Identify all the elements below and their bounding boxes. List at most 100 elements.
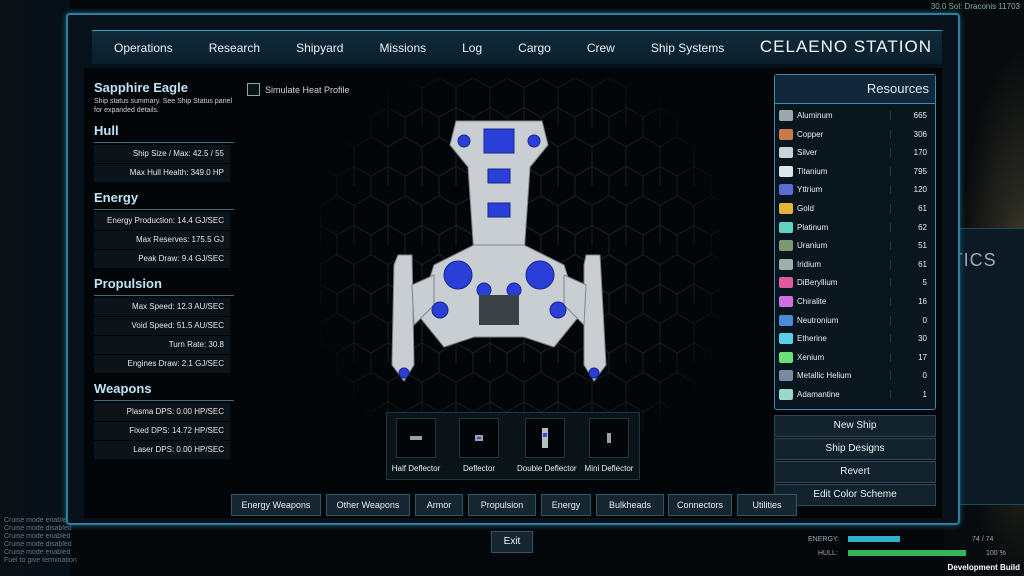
resource-value: 0 <box>890 371 931 381</box>
resource-name: Chiralite <box>797 297 827 306</box>
tab-shipyard[interactable]: Shipyard <box>278 41 361 55</box>
stat-row: Fixed DPS: 14.72 HP/SEC <box>94 422 230 440</box>
resource-name: Xenium <box>797 352 825 362</box>
hull-bar <box>848 550 966 556</box>
edit-color-scheme-button[interactable]: Edit Color Scheme <box>774 484 936 506</box>
component-double-deflector[interactable]: Double Deflector <box>517 418 577 473</box>
resource-value: 120 <box>890 185 931 195</box>
resource-name: Uranium <box>797 241 828 251</box>
category-propulsion[interactable]: Propulsion <box>468 494 536 516</box>
tab-cargo[interactable]: Cargo <box>500 41 569 55</box>
component-label: Deflector <box>462 464 495 473</box>
section-weapons: Weapons <box>94 381 152 396</box>
resource-icon <box>779 165 793 177</box>
tab-operations[interactable]: Operations <box>92 41 191 55</box>
stat-row: Laser DPS: 0.00 HP/SEC <box>94 441 230 459</box>
resource-name: Adamantine <box>797 390 840 399</box>
ship-designs-button[interactable]: Ship Designs <box>774 438 936 460</box>
resource-value: 30 <box>890 334 931 344</box>
resource-name: Aluminum <box>797 111 833 120</box>
station-title: CELAENO STATION <box>759 37 932 56</box>
mini-deflector-icon <box>589 418 629 458</box>
ship-sprite[interactable] <box>384 115 614 395</box>
revert-button[interactable]: Revert <box>774 461 936 483</box>
resource-value: 306 <box>890 129 931 139</box>
new-ship-button[interactable]: New Ship <box>774 415 936 437</box>
resource-value: 795 <box>890 166 931 176</box>
category-connectors[interactable]: Connectors <box>668 494 732 516</box>
hull-label: HULL: <box>818 550 838 557</box>
tab-missions[interactable]: Missions <box>361 41 444 55</box>
tab-research[interactable]: Research <box>191 41 278 55</box>
stat-row: Plasma DPS: 0.00 HP/SEC <box>94 403 230 421</box>
category-bulkheads[interactable]: Bulkheads <box>596 494 664 516</box>
resource-row: Uranium 51 <box>779 237 931 254</box>
resource-icon <box>779 240 793 252</box>
resource-icon <box>779 314 793 326</box>
component-slots: Half Deflector Deflector Double Deflecto… <box>386 412 640 480</box>
ship-summary: Ship status summary. See Ship Status pan… <box>94 98 232 114</box>
resource-value: 17 <box>890 352 931 362</box>
half-deflector-icon <box>396 418 436 458</box>
category-other-weapons[interactable]: Other Weapons <box>326 494 410 516</box>
resource-row: Copper 306 <box>779 126 931 143</box>
stat-row: Max Speed: 12.3 AU/SEC <box>94 298 230 316</box>
tab-log[interactable]: Log <box>444 41 500 55</box>
stat-row: Peak Draw: 9.4 GJ/SEC <box>94 250 230 268</box>
resource-row: Silver 170 <box>779 144 931 161</box>
dev-build-label: Development Build <box>947 563 1020 572</box>
stat-row: Engines Draw: 2.1 GJ/SEC <box>94 355 230 373</box>
stat-row: Ship Size / Max: 42.5 / 55 <box>94 145 230 163</box>
category-energy-weapons[interactable]: Energy Weapons <box>231 494 321 516</box>
double-deflector-icon <box>525 418 565 458</box>
section-energy: Energy <box>94 190 139 205</box>
stat-row: Void Speed: 51.5 AU/SEC <box>94 317 230 335</box>
stat-row: Max Hull Health: 349.0 HP <box>94 164 230 182</box>
log-line: Cruise mode enabled <box>4 533 71 540</box>
resource-name: Platinum <box>797 222 829 232</box>
tab-crew[interactable]: Crew <box>569 41 633 55</box>
component-deflector[interactable]: Deflector <box>451 418 507 473</box>
category-armor[interactable]: Armor <box>415 494 463 516</box>
resource-icon <box>779 184 793 196</box>
resource-name: Neutronium <box>797 315 839 325</box>
exit-button[interactable]: Exit <box>491 531 533 553</box>
component-half-deflector[interactable]: Half Deflector <box>388 418 444 473</box>
resource-row: Yttrium 120 <box>779 181 931 198</box>
resource-value: 51 <box>890 241 931 251</box>
resource-icon <box>779 370 793 382</box>
resource-value: 1 <box>890 390 931 399</box>
resource-value: 61 <box>890 259 931 269</box>
hull-value: 100 % <box>986 550 1006 557</box>
category-utilities[interactable]: Utilities <box>737 494 797 516</box>
resource-name: Gold <box>797 204 814 213</box>
component-label: Mini Deflector <box>584 464 634 473</box>
resource-name: Titanium <box>797 166 828 176</box>
background-left <box>0 0 70 576</box>
resource-name: Etherine <box>797 334 827 344</box>
resource-row: Adamantine 1 <box>779 386 931 403</box>
resource-row: DiBeryllium 5 <box>779 274 931 291</box>
component-label: Half Deflector <box>391 464 441 473</box>
tab-ship-systems[interactable]: Ship Systems <box>633 41 742 55</box>
deflector-icon <box>459 418 499 458</box>
resource-icon <box>779 221 793 233</box>
section-divider <box>94 295 234 296</box>
resource-name: Silver <box>797 148 818 158</box>
energy-label: ENERGY: <box>808 536 840 543</box>
log-line: Cruise mode disabled <box>4 525 72 532</box>
category-energy[interactable]: Energy <box>541 494 591 516</box>
resource-row: Neutronium 0 <box>779 312 931 329</box>
component-mini-deflector[interactable]: Mini Deflector <box>581 418 637 473</box>
resource-row: Xenium 17 <box>779 349 931 366</box>
sector-coordinates: 30.0 Sol: Draconis 11703 <box>930 2 1020 11</box>
component-label: Double Deflector <box>517 464 577 473</box>
resource-icon <box>779 389 793 400</box>
heat-profile-checkbox[interactable] <box>247 83 260 96</box>
ship-stats-panel: Sapphire Eagle Ship status summary. See … <box>94 80 234 460</box>
energy-bar <box>848 536 900 542</box>
event-log: Cruise mode enabled Cruise mode disabled… <box>4 517 77 565</box>
ship-name: Sapphire Eagle <box>94 80 188 95</box>
resource-name: DiBeryllium <box>797 278 838 288</box>
resource-icon <box>779 258 793 270</box>
